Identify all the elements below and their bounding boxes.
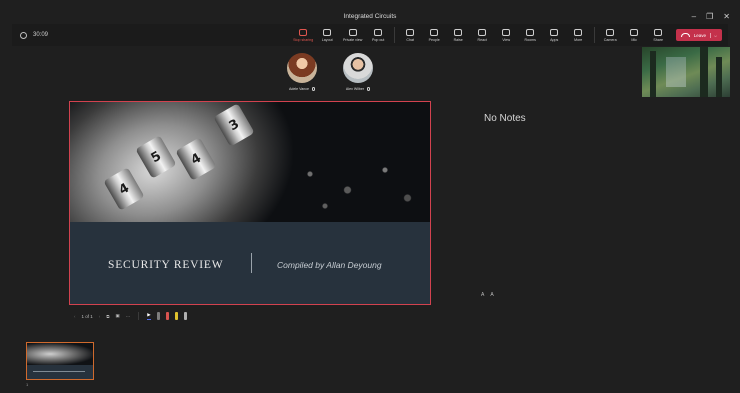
- react-button[interactable]: React: [472, 28, 493, 42]
- share-button[interactable]: Share: [648, 28, 669, 42]
- chevron-down-icon[interactable]: ⌵: [709, 32, 717, 38]
- video-tree: [650, 51, 656, 97]
- notes-panel: No Notes: [484, 113, 526, 124]
- meeting-toolbar: 30:09 Stop sharing Layout Private view P…: [12, 24, 728, 46]
- more-options-button[interactable]: ···: [126, 314, 131, 319]
- phone-icon: [680, 33, 690, 37]
- slide-sorter-icon[interactable]: ⧉: [106, 314, 109, 319]
- pen-red-icon[interactable]: [165, 312, 169, 320]
- grid-icon: [502, 28, 511, 36]
- raise-hand-button[interactable]: Raise: [448, 28, 469, 42]
- thumbnail-image: [27, 343, 93, 365]
- toolbar-divider: [593, 27, 595, 43]
- thumbnail-index: 1: [26, 382, 29, 387]
- next-slide-button[interactable]: ›: [99, 314, 101, 319]
- minimize-icon[interactable]: –: [692, 12, 696, 21]
- avatar: [343, 53, 373, 83]
- bokeh-background: [280, 142, 430, 222]
- controls-divider: [138, 312, 140, 320]
- window-controls: – ❐ ✕: [692, 8, 730, 24]
- shield-icon: [20, 31, 27, 39]
- pop-out-button[interactable]: Pop out: [368, 28, 389, 42]
- increase-font-button[interactable]: A: [490, 292, 493, 298]
- restore-icon[interactable]: ❐: [706, 12, 713, 21]
- pointer-tool-icon[interactable]: ▶: [147, 312, 151, 320]
- participant-name: Alex Wilber: [345, 87, 365, 91]
- people-button[interactable]: People: [424, 28, 445, 42]
- presentation-slide[interactable]: 4 5 4 3 SECURITY REVIEW Compiled by Alla…: [69, 101, 431, 305]
- toolbar-divider: [393, 27, 395, 43]
- share-tray-icon: [654, 28, 663, 36]
- more-icon: [574, 28, 583, 36]
- thumbnail-view-icon[interactable]: ▣: [115, 313, 119, 319]
- layout-icon: [323, 28, 332, 36]
- pen-gray-icon[interactable]: [156, 312, 160, 320]
- toolbar-actions: Stop sharing Layout Private view Pop out…: [293, 24, 722, 46]
- thumbnail-text-line: [33, 371, 85, 372]
- participant-tile[interactable]: Alex Wilber: [336, 53, 380, 91]
- more-button[interactable]: More: [568, 28, 589, 42]
- previous-slide-button[interactable]: ‹: [74, 314, 76, 319]
- presenter-controls: ‹ 1 of 1 › ⧉ ▣ ··· ▶: [74, 310, 187, 322]
- eraser-icon[interactable]: [183, 312, 187, 320]
- participant-name: Adele Vance: [288, 87, 310, 91]
- mic-icon: [312, 87, 316, 91]
- leave-button[interactable]: Leave ⌵: [675, 29, 722, 41]
- mic-button[interactable]: Mic: [624, 28, 645, 42]
- eye-icon: [348, 28, 357, 36]
- slide-title: SECURITY REVIEW: [108, 259, 224, 271]
- layout-button[interactable]: Layout: [317, 28, 338, 42]
- close-icon[interactable]: ✕: [723, 12, 730, 21]
- highlighter-icon[interactable]: [174, 312, 178, 320]
- avatar: [287, 53, 317, 83]
- smiley-icon: [478, 28, 487, 36]
- self-video-preview[interactable]: [642, 47, 730, 97]
- rooms-icon: [526, 28, 535, 36]
- chat-button[interactable]: Chat: [400, 28, 421, 42]
- notes-font-controls: A A: [481, 292, 494, 298]
- camera-button[interactable]: Camera: [600, 28, 621, 42]
- slide-thumbnail[interactable]: [26, 342, 94, 380]
- slide-subtitle: Compiled by Allan Deyoung: [277, 260, 382, 270]
- hand-icon: [454, 28, 463, 36]
- private-view-button[interactable]: Private view: [341, 28, 365, 42]
- decrease-font-button[interactable]: A: [481, 292, 484, 298]
- mic-icon: [630, 28, 639, 36]
- mic-icon: [367, 87, 371, 91]
- participant-tile[interactable]: Adele Vance: [280, 53, 324, 91]
- video-tree: [700, 47, 708, 97]
- chat-icon: [406, 28, 415, 36]
- apps-button[interactable]: Apps: [544, 28, 565, 42]
- share-screen-icon: [299, 28, 308, 36]
- slide-divider: [251, 253, 252, 273]
- view-button[interactable]: View: [496, 28, 517, 42]
- meeting-timer: 30:09: [20, 31, 49, 39]
- page-indicator: 1 of 1: [81, 313, 93, 319]
- apps-icon: [550, 28, 559, 36]
- window-title: Integrated Circuits: [343, 12, 397, 20]
- timer-text: 30:09: [33, 32, 49, 38]
- title-bar: Integrated Circuits – ❐ ✕: [0, 8, 740, 24]
- rooms-button[interactable]: Rooms: [520, 28, 541, 42]
- video-tree: [716, 57, 722, 97]
- camera-icon: [606, 28, 615, 36]
- participant-strip: Adele Vance Alex Wilber: [280, 53, 380, 91]
- pop-out-icon: [374, 28, 383, 36]
- slide-image: 4 5 4 3: [70, 102, 430, 222]
- stop-sharing-button[interactable]: Stop sharing: [293, 28, 314, 42]
- people-icon: [430, 28, 439, 36]
